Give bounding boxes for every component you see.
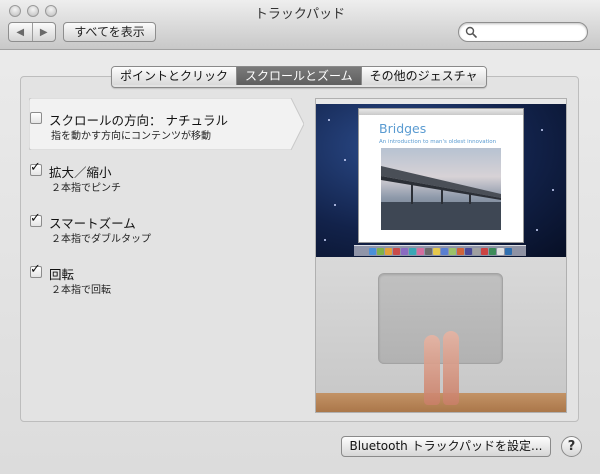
rotate-checkbox[interactable]: ✓	[30, 262, 42, 278]
dock-app-icon	[408, 247, 416, 255]
dock-app-icon	[480, 247, 488, 255]
option-description: ２本指で回転	[51, 285, 111, 296]
tab-bar: ポイントとクリック スクロールとズーム その他のジェスチャ	[111, 66, 487, 88]
preview-trackpad-area	[316, 257, 566, 412]
search-icon	[465, 26, 477, 38]
dock-app-icon	[496, 247, 504, 255]
option-description: ２本指でピンチ	[51, 183, 121, 194]
dock-app-icon	[448, 247, 456, 255]
dock-app-icon	[472, 247, 480, 255]
dock-app-icon	[368, 247, 376, 255]
preview-document-window: Bridges An introduction to man's oldest …	[358, 108, 524, 243]
dock-app-icon	[440, 247, 448, 255]
back-button[interactable]: ◀	[9, 23, 32, 41]
preview-document-subtitle: An introduction to man's oldest innovati…	[379, 139, 497, 145]
forward-button[interactable]: ▶	[31, 23, 56, 41]
checkmark-icon: ✓	[30, 211, 41, 226]
dock-app-icon	[392, 247, 400, 255]
dock-app-icon	[424, 247, 432, 255]
finger-left	[424, 335, 440, 405]
checkmark-icon: ✓	[30, 262, 41, 277]
help-button[interactable]: ?	[561, 436, 582, 457]
option-description: ２本指でダブルタップ	[51, 234, 151, 245]
dock-app-icon	[384, 247, 392, 255]
dock-app-icon	[416, 247, 424, 255]
preview-menubar	[316, 99, 566, 104]
forward-arrow-icon: ▶	[39, 26, 48, 38]
zoom-in-out-checkbox[interactable]: ✓	[30, 160, 42, 176]
finger-right	[443, 331, 459, 405]
dock-app-icon	[504, 247, 512, 255]
tab-point-and-click[interactable]: ポイントとクリック	[112, 67, 237, 85]
preview-dock	[354, 245, 526, 256]
back-arrow-icon: ◀	[16, 26, 25, 38]
dock-app-icon	[456, 247, 464, 255]
trackpad-preferences-window: トラックパッド ◀ ▶ すべてを表示 ポイントとクリック スクロールとズーム そ…	[0, 0, 600, 474]
gesture-preview-video: Bridges An introduction to man's oldest …	[315, 98, 567, 413]
dock-app-icon	[376, 247, 384, 255]
preview-desktop: Bridges An introduction to man's oldest …	[316, 99, 566, 257]
table-surface	[316, 393, 566, 412]
checkmark-icon: ✓	[30, 160, 41, 175]
dock-app-icon	[400, 247, 408, 255]
tab-scroll-and-zoom[interactable]: スクロールとズーム	[236, 67, 361, 85]
back-forward-control: ◀ ▶	[8, 22, 56, 42]
scroll-direction-checkbox[interactable]	[30, 112, 42, 124]
option-description: 指を動かす方向にコンテンツが移動	[51, 131, 211, 142]
search-field[interactable]	[458, 22, 588, 42]
tab-more-gestures[interactable]: その他のジェスチャ	[360, 67, 486, 85]
dock-app-icon	[488, 247, 496, 255]
bluetooth-trackpad-setup-button[interactable]: Bluetooth トラックパッドを設定...	[341, 436, 551, 457]
show-all-button[interactable]: すべてを表示	[63, 22, 156, 42]
preview-document-title: Bridges	[379, 121, 427, 136]
window-title: トラックパッド	[254, 7, 346, 22]
dock-app-icon	[464, 247, 472, 255]
title-bar: トラックパッド ◀ ▶ すべてを表示	[0, 0, 600, 50]
dock-app-icon	[432, 247, 440, 255]
bridge-photo	[381, 148, 501, 230]
smart-zoom-checkbox[interactable]: ✓	[30, 211, 42, 227]
trackpad-illustration	[378, 273, 503, 364]
